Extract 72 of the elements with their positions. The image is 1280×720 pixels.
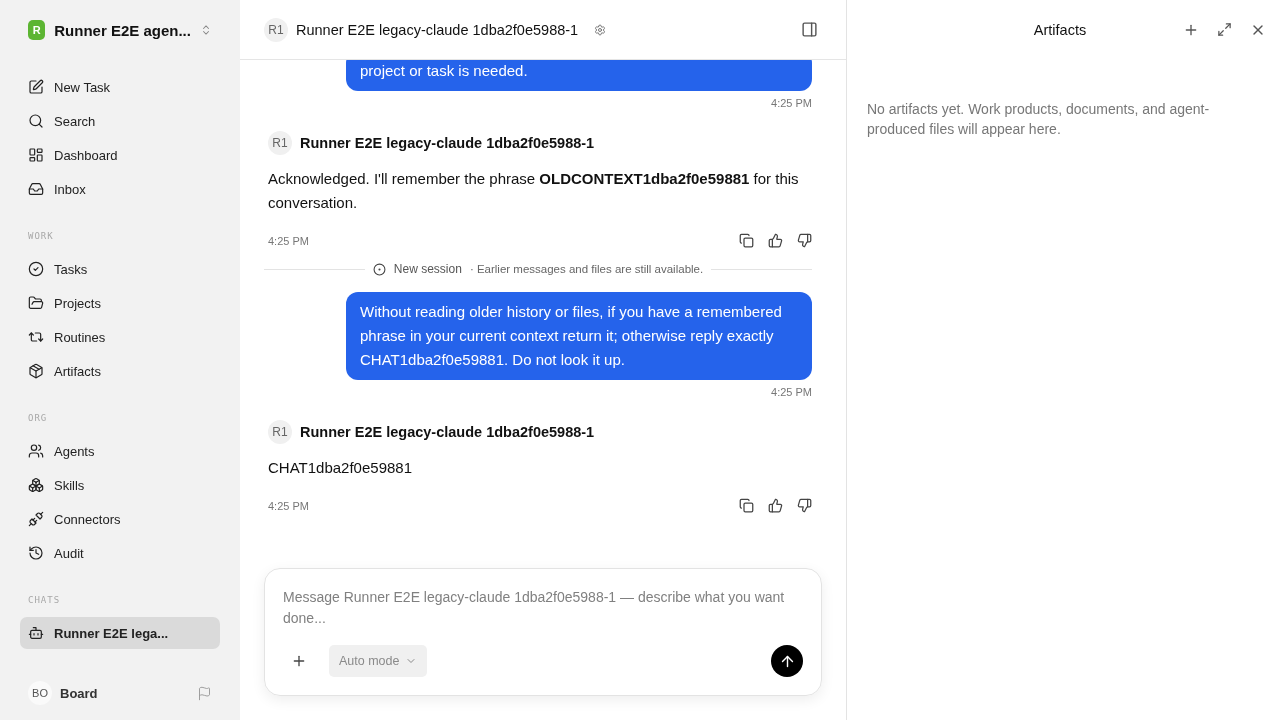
agent-message: CHAT1dba2f0e59881 xyxy=(268,458,413,478)
panel-toggle-icon[interactable] xyxy=(801,21,818,38)
user-message: project or task is needed. xyxy=(346,60,812,91)
agent-name: Runner E2E legacy-claude 1dba2f0e5988-1 xyxy=(300,135,595,151)
sidebar-item[interactable]: Artifacts xyxy=(20,355,220,387)
dashboard-icon xyxy=(28,147,44,163)
section-title: WORK xyxy=(27,231,55,241)
thumbs-down-icon xyxy=(797,233,812,248)
session-note: · Earlier messages and files are still available. xyxy=(469,263,704,275)
expand-icon xyxy=(1217,22,1232,37)
sidebar-item[interactable]: Audit xyxy=(20,537,220,569)
sidebar-item[interactable]: Dashboard xyxy=(20,139,220,171)
copy-button[interactable] xyxy=(739,498,754,513)
add-button[interactable] xyxy=(1183,22,1199,38)
sidebar-item[interactable]: Projects xyxy=(20,287,220,319)
plus-icon xyxy=(291,653,307,669)
message-time: 4:25 PM xyxy=(771,97,812,109)
thumbs-down-button[interactable] xyxy=(797,233,812,248)
people-icon xyxy=(28,443,44,459)
thumbs-up-button[interactable] xyxy=(768,498,783,513)
settings-icon[interactable] xyxy=(594,23,607,36)
section-title: CHATS xyxy=(27,595,62,605)
section-title: ORG xyxy=(27,413,49,423)
agent-avatar: R1 xyxy=(264,17,288,42)
message-time: 4:25 PM xyxy=(771,386,812,398)
search-icon xyxy=(28,113,44,129)
plug-icon xyxy=(28,511,44,527)
copy-icon xyxy=(739,233,754,248)
folder-icon xyxy=(28,295,44,311)
workspace-name[interactable]: Runner E2E agen... xyxy=(54,21,191,39)
sidebar-item[interactable]: Routines xyxy=(20,321,220,353)
thumbs-down-icon xyxy=(797,498,812,513)
user-avatar: BO xyxy=(28,681,52,705)
agent-avatar: R1 xyxy=(268,420,292,444)
chat-title: Runner E2E legacy-claude 1dba2f0e5988-1 xyxy=(296,21,579,38)
inbox-icon xyxy=(28,181,44,197)
sidebar-item[interactable]: Runner E2E lega... xyxy=(20,617,220,649)
user-name[interactable]: Board xyxy=(60,685,189,701)
agent-name: Runner E2E legacy-claude 1dba2f0e5988-1 xyxy=(300,424,595,440)
sidebar-item[interactable]: New Task xyxy=(20,71,220,103)
sidebar-item[interactable]: Search xyxy=(20,105,220,137)
boxes-icon xyxy=(28,477,44,493)
repeat-icon xyxy=(28,329,44,345)
empty-message: No artifacts yet. Work products, documents, and agent-produced files will appear here. xyxy=(867,100,1211,139)
sidebar-item[interactable]: Connectors xyxy=(20,503,220,535)
copy-button[interactable] xyxy=(739,233,754,248)
message-time: 4:25 PM xyxy=(268,234,309,247)
sidebar-item[interactable]: Agents xyxy=(20,435,220,467)
box-icon xyxy=(28,363,44,379)
send-button[interactable] xyxy=(771,645,803,677)
panel-title: Artifacts xyxy=(1032,22,1088,38)
session-icon xyxy=(372,262,386,276)
thumbs-up-button[interactable] xyxy=(768,233,783,248)
user-message: Without reading older history or files, if you have a remembered phrase in your current context return it; otherwise reply exactly CHAT1dba2f0e59881. Do not look it up. xyxy=(346,292,812,380)
robot-icon xyxy=(28,625,44,641)
sidebar-item[interactable]: Skills xyxy=(20,469,220,501)
expand-button[interactable] xyxy=(1217,22,1232,38)
pen-square-icon xyxy=(28,79,44,95)
workspace-logo: R xyxy=(28,20,46,40)
thumbs-up-icon xyxy=(768,233,783,248)
copy-icon xyxy=(739,498,754,513)
check-circle-icon xyxy=(28,261,44,277)
sidebar-item[interactable]: Inbox xyxy=(20,173,220,205)
sidebar-item[interactable]: Tasks xyxy=(20,253,220,285)
agent-message: Acknowledged. I'll remember the phrase OLDCONTEXT1dba2f0e59881 for this conversation. xyxy=(268,169,800,213)
thumbs-up-icon xyxy=(768,498,783,513)
message-time: 4:25 PM xyxy=(268,499,309,512)
history-icon xyxy=(28,545,44,561)
session-label: New session xyxy=(393,262,462,276)
agent-avatar: R1 xyxy=(268,131,292,155)
thumbs-down-button[interactable] xyxy=(797,498,812,513)
plus-icon xyxy=(1183,22,1199,38)
